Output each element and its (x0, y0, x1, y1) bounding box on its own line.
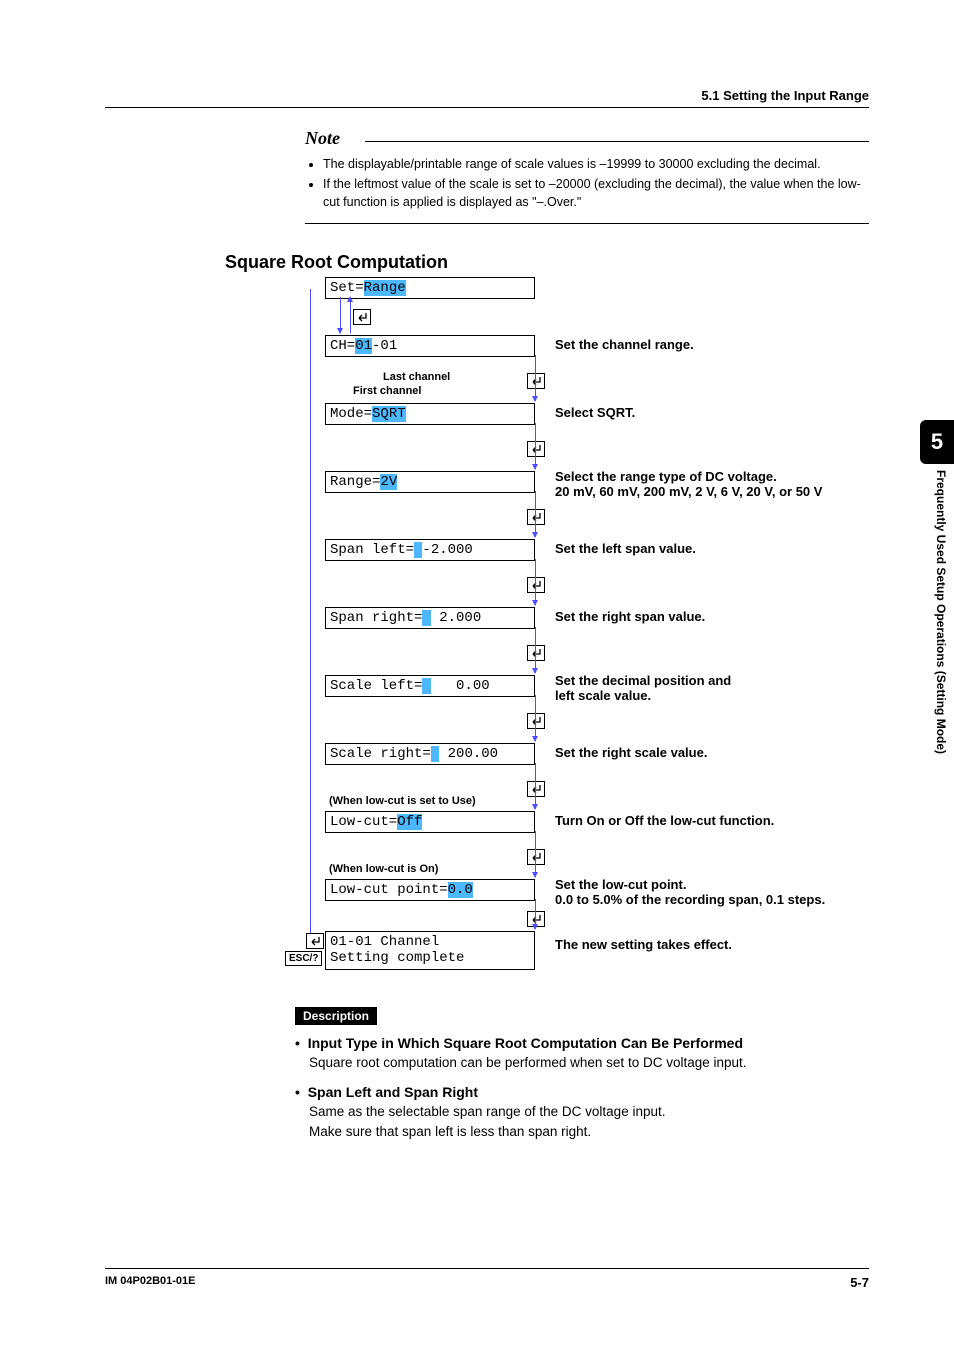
arrow-up (350, 297, 351, 333)
step-desc-spanright: Set the right span value. (555, 609, 954, 624)
lcd-set: Set=Range (325, 277, 535, 299)
enter-icon (353, 309, 371, 325)
arrow-down (535, 559, 536, 605)
doc-id: IM 04P02B01-01E (105, 1275, 196, 1290)
enter-icon (527, 509, 545, 525)
enter-icon (306, 933, 324, 949)
enter-icon (527, 441, 545, 457)
lcd-lowcut: Low-cut=Off (325, 811, 535, 833)
note-rule (365, 141, 869, 143)
lcd-range: Range=2V (325, 471, 535, 493)
enter-icon (527, 373, 545, 389)
step-desc-mode: Select SQRT. (555, 405, 954, 420)
chapter-tab: 5 (920, 420, 954, 464)
enter-icon (527, 713, 545, 729)
flowchart: Set=Range CH=01-01 Set the channel range… (295, 277, 869, 977)
step-desc-lowcut: Turn On or Off the low-cut function. (555, 813, 954, 828)
page-number: 5-7 (850, 1275, 869, 1290)
arrow-down (535, 695, 536, 741)
enter-icon (527, 849, 545, 865)
step-desc-spanleft: Set the left span value. (555, 541, 954, 556)
arrow-down (535, 831, 536, 877)
step-desc-scaleleft: Set the decimal position and left scale … (555, 673, 954, 703)
note-item: The displayable/printable range of scale… (323, 155, 869, 173)
enter-icon (527, 645, 545, 661)
note-block: Note The displayable/printable range of … (305, 128, 869, 224)
lcd-scaleright: Scale right= 200.00 (325, 743, 535, 765)
lcd-mode: Mode=SQRT (325, 403, 535, 425)
step-desc-lowcutpoint: Set the low-cut point. 0.0 to 5.0% of th… (555, 877, 954, 907)
lcd-ch: CH=01-01 (325, 335, 535, 357)
lcd-spanleft: Span left= -2.000 (325, 539, 535, 561)
lcd-scaleleft: Scale left= 0.00 (325, 675, 535, 697)
enter-icon (527, 577, 545, 593)
note-item: If the leftmost value of the scale is se… (323, 175, 869, 211)
enter-icon (527, 781, 545, 797)
lcd-spanright: Span right= 2.000 (325, 607, 535, 629)
step-desc-final: The new setting takes effect. (555, 937, 954, 952)
arrow-down (535, 899, 536, 929)
arrow-down (535, 355, 536, 401)
note-title: Note (305, 128, 340, 149)
description-label: Description (295, 1007, 377, 1025)
lowcut-condition: (When low-cut is set to Use) (329, 795, 476, 807)
step-desc-range: Select the range type of DC voltage. 20 … (555, 469, 954, 499)
ch-labels: Last channel First channel (353, 371, 450, 397)
esc-key: ESC/? (285, 951, 322, 966)
description-block: Description • Input Type in Which Square… (295, 1007, 869, 1142)
arrow-down (535, 491, 536, 537)
arrow-down (535, 423, 536, 469)
description-item: • Input Type in Which Square Root Comput… (295, 1035, 869, 1073)
section-heading: Square Root Computation (225, 252, 869, 273)
step-desc-scaleright: Set the right scale value. (555, 745, 954, 760)
section-header: 5.1 Setting the Input Range (105, 88, 869, 108)
arrow-down (340, 297, 341, 333)
lowcutpoint-condition: (When low-cut is On) (329, 863, 438, 875)
return-line (310, 289, 311, 949)
lcd-lowcutpoint: Low-cut point=0.0 (325, 879, 535, 901)
chapter-side-label: Frequently Used Setup Operations (Settin… (924, 470, 948, 870)
description-item: • Span Left and Span Right Same as the s… (295, 1084, 869, 1143)
step-desc-ch: Set the channel range. (555, 337, 954, 352)
arrow-down (535, 763, 536, 809)
arrow-down (535, 627, 536, 673)
lcd-final: 01-01 Channel Setting complete (325, 931, 535, 969)
page-footer: IM 04P02B01-01E 5-7 (105, 1268, 869, 1290)
